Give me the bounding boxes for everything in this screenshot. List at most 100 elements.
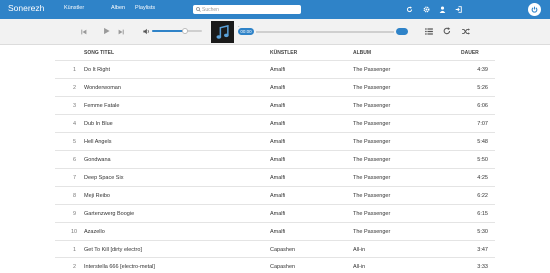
song-duration: 4:25: [477, 175, 488, 181]
shuffle-icon: [462, 27, 470, 35]
song-title[interactable]: Get To Kill [dirty electro]: [84, 247, 142, 253]
album-name[interactable]: The Passenger: [353, 103, 390, 109]
total-time: [396, 28, 408, 35]
nav-link-playlists[interactable]: Playlists: [135, 5, 155, 11]
artist-name[interactable]: Capashen: [270, 247, 295, 253]
table-row[interactable]: 6 Gondwana Amalfi The Passenger 5:50: [55, 150, 495, 168]
table-row[interactable]: 5 Hell Angels Amalfi The Passenger 5:48: [55, 132, 495, 150]
search-box: [193, 5, 301, 14]
gear-icon[interactable]: [422, 5, 431, 14]
table-row[interactable]: 4 Dub In Blue Amalfi The Passenger 7:07: [55, 114, 495, 132]
volume-slider-handle[interactable]: [181, 28, 188, 34]
shuffle-button[interactable]: [461, 26, 471, 36]
artist-name[interactable]: Amalfi: [270, 157, 285, 163]
table-row[interactable]: 2 Interstella 666 [electro-metal] Capash…: [55, 257, 495, 273]
table-row[interactable]: 10 Azazello Amalfi The Passenger 5:30: [55, 222, 495, 240]
track-number: 10: [71, 229, 78, 235]
song-title[interactable]: Wonderwoman: [84, 85, 121, 91]
artist-name[interactable]: Amalfi: [270, 193, 285, 199]
table-row[interactable]: 1 Get To Kill [dirty electro] Capashen A…: [55, 240, 495, 258]
volume-button[interactable]: [142, 27, 150, 35]
track-number: 8: [73, 193, 77, 199]
table-row[interactable]: 2 Wonderwoman Amalfi The Passenger 5:26: [55, 78, 495, 96]
column-header-album[interactable]: ALBUM: [353, 50, 371, 56]
track-number: 4: [73, 121, 77, 127]
album-name[interactable]: The Passenger: [353, 175, 390, 181]
track-number: 1: [73, 67, 77, 73]
track-number: 2: [73, 264, 77, 270]
artist-name[interactable]: Amalfi: [270, 67, 285, 73]
current-time: 00:00: [238, 28, 254, 35]
table-row[interactable]: 1 Do It Right Amalfi The Passenger 4:39: [55, 60, 495, 78]
table-row[interactable]: 9 Gartenzwerg Boogie Amalfi The Passenge…: [55, 204, 495, 222]
album-name[interactable]: The Passenger: [353, 67, 390, 73]
nav-link-albums[interactable]: Alben: [111, 5, 125, 11]
song-title[interactable]: Hell Angels: [84, 139, 112, 145]
album-name[interactable]: All-in: [353, 264, 365, 270]
album-name[interactable]: The Passenger: [353, 157, 390, 163]
song-duration: 6:06: [477, 103, 488, 109]
next-button[interactable]: [117, 27, 125, 36]
table-row[interactable]: 7 Deep Space Six Amalfi The Passenger 4:…: [55, 168, 495, 186]
search-input[interactable]: [202, 5, 298, 14]
user-icon[interactable]: [438, 5, 447, 14]
artist-name[interactable]: Amalfi: [270, 211, 285, 217]
song-title[interactable]: Dub In Blue: [84, 121, 113, 127]
table-header: SONG TITEL KÜNSTLER ALBUM DAUER: [0, 50, 550, 60]
play-button[interactable]: [102, 26, 111, 36]
song-duration: 3:33: [477, 264, 488, 270]
table-row[interactable]: 3 Femme Fatale Amalfi The Passenger 6:06: [55, 96, 495, 114]
power-icon[interactable]: [528, 3, 541, 16]
album-name[interactable]: The Passenger: [353, 211, 390, 217]
song-title[interactable]: Interstella 666 [electro-metal]: [84, 264, 155, 270]
volume-slider[interactable]: [152, 30, 202, 32]
table-row[interactable]: 8 Meji Reibo Amalfi The Passenger 6:22: [55, 186, 495, 204]
album-name[interactable]: The Passenger: [353, 85, 390, 91]
album-name[interactable]: The Passenger: [353, 139, 390, 145]
track-number: 1: [73, 247, 77, 253]
song-title[interactable]: Gartenzwerg Boogie: [84, 211, 134, 217]
song-title[interactable]: Femme Fatale: [84, 103, 119, 109]
column-header-artist[interactable]: KÜNSTLER: [270, 50, 297, 56]
volume-level: [152, 30, 185, 32]
volume-icon: [142, 28, 149, 34]
artist-name[interactable]: Amalfi: [270, 139, 285, 145]
album-name[interactable]: The Passenger: [353, 121, 390, 127]
brand-logo[interactable]: Sonerezh: [8, 3, 44, 13]
song-duration: 3:47: [477, 247, 488, 253]
track-number: 6: [73, 157, 77, 163]
album-name[interactable]: The Passenger: [353, 229, 390, 235]
track-number: 9: [73, 211, 77, 217]
artist-name[interactable]: Amalfi: [270, 175, 285, 181]
album-name[interactable]: All-in: [353, 247, 365, 253]
song-title[interactable]: Deep Space Six: [84, 175, 123, 181]
nav-link-artists[interactable]: Künstler: [64, 5, 84, 11]
column-header-duration[interactable]: DAUER: [461, 50, 479, 56]
next-icon: [118, 29, 124, 34]
album-cover: [211, 21, 234, 43]
song-duration: 5:26: [477, 85, 488, 91]
song-title[interactable]: Meji Reibo: [84, 193, 110, 199]
queue-button[interactable]: [424, 26, 434, 36]
seek-bar[interactable]: [256, 31, 394, 33]
track-number: 3: [73, 103, 77, 109]
sign-in-icon[interactable]: [454, 5, 463, 14]
column-header-title[interactable]: SONG TITEL: [84, 50, 114, 56]
song-duration: 6:22: [477, 193, 488, 199]
artist-name[interactable]: Amalfi: [270, 121, 285, 127]
song-title[interactable]: Azazello: [84, 229, 105, 235]
song-title[interactable]: Gondwana: [84, 157, 111, 163]
album-name[interactable]: The Passenger: [353, 193, 390, 199]
track-number: 5: [73, 139, 77, 145]
list-icon: [425, 27, 433, 35]
artist-name[interactable]: Capashen: [270, 264, 295, 270]
artist-name[interactable]: Amalfi: [270, 103, 285, 109]
artist-name[interactable]: Amalfi: [270, 229, 285, 235]
previous-button[interactable]: [80, 27, 88, 36]
song-duration: 5:30: [477, 229, 488, 235]
repeat-button[interactable]: [442, 26, 452, 36]
artist-name[interactable]: Amalfi: [270, 85, 285, 91]
song-duration: 7:07: [477, 121, 488, 127]
song-title[interactable]: Do It Right: [84, 67, 110, 73]
refresh-icon[interactable]: [405, 5, 414, 14]
